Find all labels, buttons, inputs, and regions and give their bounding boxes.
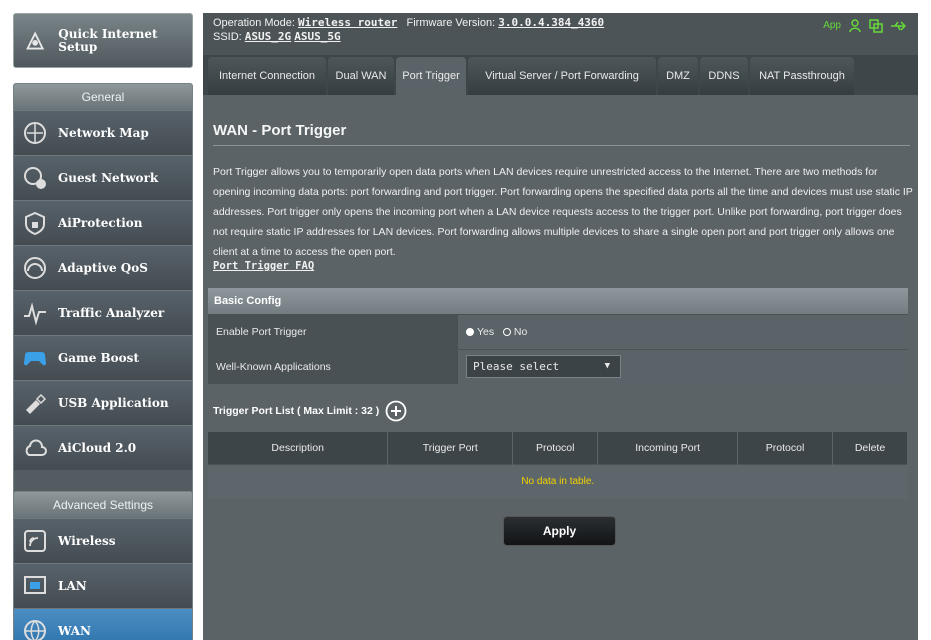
no-radio[interactable] <box>502 327 511 336</box>
general-menu: General Network Map Guest Network AiProt… <box>13 83 193 501</box>
app-link[interactable]: App <box>823 19 841 33</box>
col-delete: Delete <box>832 432 908 464</box>
sidebar-item-lan[interactable]: LAN <box>14 563 192 608</box>
clients-icon[interactable] <box>848 19 862 33</box>
tab-dmz[interactable]: DMZ <box>658 57 698 95</box>
wan-icon <box>24 620 46 640</box>
yes-label: Yes <box>477 325 495 338</box>
enable-port-trigger-label: Enable Port Trigger <box>208 313 458 349</box>
main-content: WAN - Port Trigger Port Trigger allows y… <box>203 95 918 640</box>
tab-ddns[interactable]: DDNS <box>700 57 748 95</box>
sidebar-item-game-boost[interactable]: Game Boost <box>14 335 192 380</box>
sidebar-item-network-map[interactable]: Network Map <box>14 110 192 155</box>
adaptive-qos-icon <box>24 257 46 279</box>
quick-setup-label: Quick Internet Setup <box>58 26 158 54</box>
wan-tabs: Internet Connection Dual WAN Port Trigge… <box>203 55 918 95</box>
yes-radio[interactable] <box>466 327 474 336</box>
ssid-5g-link[interactable]: ASUS_5G <box>294 30 340 43</box>
quick-setup-icon <box>26 30 45 49</box>
tab-dual-wan[interactable]: Dual WAN <box>328 57 394 95</box>
quick-internet-setup-button[interactable]: Quick Internet Setup <box>13 13 193 68</box>
firmware-version-link[interactable]: 3.0.0.4.384_4360 <box>498 16 604 29</box>
sidebar-item-wireless[interactable]: Wireless <box>14 518 192 563</box>
sidebar-item-aicloud[interactable]: AiCloud 2.0 <box>14 425 192 470</box>
page-description: Port Trigger allows you to temporarily o… <box>213 166 913 258</box>
no-label: No <box>513 325 528 338</box>
sidebar-item-label: Network Map <box>58 126 149 140</box>
well-known-apps-select[interactable]: Please select ▼ <box>466 355 621 379</box>
network-map-icon <box>24 122 46 144</box>
sidebar-item-usb-application[interactable]: USB Application <box>14 380 192 425</box>
firmware-label: Firmware Version: <box>406 17 496 29</box>
usb-status-icon[interactable] <box>890 19 906 33</box>
sidebar-item-aiprotection[interactable]: AiProtection <box>14 200 192 245</box>
lan-icon <box>24 576 46 594</box>
sidebar-item-label: Traffic Analyzer <box>58 306 165 320</box>
operation-mode-label: Operation Mode: <box>213 17 295 29</box>
sidebar-item-label: LAN <box>58 579 87 593</box>
usb-application-icon <box>26 393 47 414</box>
ssid-2g-link[interactable]: ASUS_2G <box>245 30 291 43</box>
add-rule-icon[interactable] <box>385 400 407 422</box>
top-status-bar: Operation Mode: Wireless router Firmware… <box>203 13 918 55</box>
tab-port-trigger[interactable]: Port Trigger <box>396 57 466 95</box>
basic-config-table: Basic Config Enable Port Trigger Yes No … <box>208 288 908 384</box>
game-boost-icon <box>24 352 46 366</box>
sidebar-item-label: WAN <box>58 624 91 638</box>
col-incoming-port: Incoming Port <box>597 432 739 464</box>
sidebar-item-traffic-analyzer[interactable]: Traffic Analyzer <box>14 290 192 335</box>
tab-nat-passthrough[interactable]: NAT Passthrough <box>750 57 854 95</box>
ssid-label: SSID: <box>213 31 242 43</box>
port-trigger-faq-link[interactable]: Port Trigger FAQ <box>213 260 314 272</box>
sidebar-item-label: Wireless <box>58 534 116 548</box>
col-protocol-2: Protocol <box>737 432 834 464</box>
col-trigger-port: Trigger Port <box>387 432 514 464</box>
sidebar-item-wan[interactable]: WAN <box>14 608 192 640</box>
sidebar-item-label: AiProtection <box>58 216 143 230</box>
sidebar-item-label: USB Application <box>58 396 169 410</box>
select-value: Please select <box>473 360 560 374</box>
aicloud-icon <box>25 439 47 456</box>
general-heading: General <box>14 84 192 110</box>
basic-config-header: Basic Config <box>208 288 908 314</box>
title-divider <box>213 145 910 146</box>
empty-table-message: No data in table. <box>208 463 908 499</box>
sidebar: Quick Internet Setup General Network Map… <box>13 13 193 640</box>
advanced-heading: Advanced Settings <box>14 492 192 518</box>
col-protocol: Protocol <box>512 432 599 464</box>
sidebar-item-guest-network[interactable]: Guest Network <box>14 155 192 200</box>
ssid-line: SSID: ASUS_2G ASUS_5G <box>213 30 908 44</box>
page-title: WAN - Port Trigger <box>213 122 347 139</box>
trigger-list-title: Trigger Port List ( Max Limit : 32 ) <box>213 405 380 417</box>
sidebar-item-adaptive-qos[interactable]: Adaptive QoS <box>14 245 192 290</box>
well-known-apps-label: Well-Known Applications <box>208 348 458 384</box>
aiprotection-icon <box>25 211 45 236</box>
apply-button[interactable]: Apply <box>503 516 616 546</box>
sidebar-item-label: Guest Network <box>58 171 159 185</box>
enable-port-trigger-options: Yes No <box>458 313 908 349</box>
guest-network-icon <box>24 167 46 189</box>
sidebar-item-label: AiCloud 2.0 <box>58 441 137 455</box>
well-known-apps-cell: Please select ▼ <box>458 348 908 384</box>
tab-virtual-server[interactable]: Virtual Server / Port Forwarding <box>468 57 656 95</box>
sidebar-item-label: Game Boost <box>58 351 139 365</box>
traffic-analyzer-icon <box>24 302 46 326</box>
mode-line: Operation Mode: Wireless router Firmware… <box>213 16 908 30</box>
advanced-menu: Advanced Settings Wireless LAN WAN <box>13 491 193 640</box>
operation-mode-link[interactable]: Wireless router <box>298 16 397 29</box>
trigger-list-heading: Trigger Port List ( Max Limit : 32 ) <box>213 400 407 422</box>
wireless-icon <box>24 530 46 552</box>
chevron-down-icon: ▼ <box>604 361 610 372</box>
trigger-port-list: Description Trigger Port Protocol Incomi… <box>208 432 908 499</box>
copy-icon[interactable] <box>869 19 883 33</box>
status-icons: App <box>823 19 906 33</box>
col-description: Description <box>208 432 389 464</box>
tab-internet-connection[interactable]: Internet Connection <box>208 57 326 95</box>
sidebar-item-label: Adaptive QoS <box>58 261 148 275</box>
